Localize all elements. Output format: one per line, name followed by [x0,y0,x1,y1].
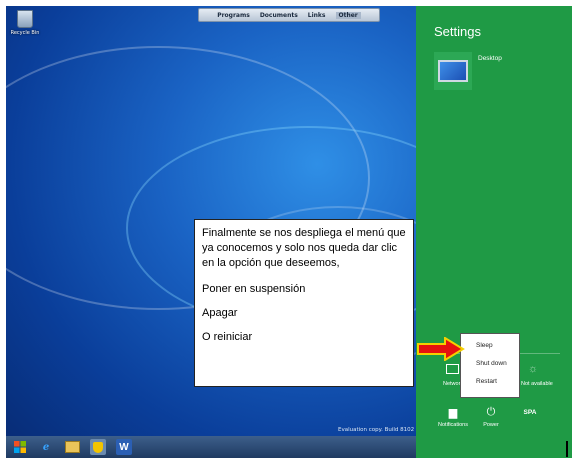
power-menu-restart[interactable]: Restart [461,373,519,391]
desktop-toolbar: Programs Documents Links Other [198,8,380,22]
power-icon: ⏻ [486,406,496,418]
taskbar: e W [6,436,416,458]
toolbar-other[interactable]: Other [335,11,361,19]
desktop-tile[interactable] [434,52,472,90]
power-button[interactable]: ⏻ Power [471,406,511,428]
toolbar-links[interactable]: Links [308,12,326,19]
windows-logo-icon [14,441,26,453]
start-button[interactable] [12,439,28,455]
toolbar-documents[interactable]: Documents [260,12,298,19]
word-icon[interactable]: W [116,439,132,455]
brightness-icon: ☼ [528,363,539,375]
recycle-bin-icon [17,10,33,28]
shield-app-icon[interactable] [90,439,106,455]
language-button[interactable]: SPA [510,409,550,423]
power-menu: Sleep Shut down Restart [460,333,520,398]
internet-explorer-icon[interactable]: e [38,439,54,455]
power-menu-sleep[interactable]: Sleep [461,337,519,355]
power-menu-shutdown[interactable]: Shut down [461,355,519,373]
callout-option-shutdown: Apagar [202,307,238,319]
notifications-icon: ▆ [448,407,458,419]
power-label: Power [483,422,499,428]
pointer-arrow-icon [417,337,465,361]
notifications-button[interactable]: ▆ Notifications [433,406,473,428]
word-letter: W [119,441,129,453]
recycle-bin[interactable]: Recycle Bin [8,10,42,36]
callout-box: Finalmente se nos despliega el menú que … [194,219,414,387]
network-icon[interactable] [446,364,459,374]
notifications-label: Notifications [438,422,468,428]
monitor-icon [438,60,468,82]
recycle-bin-label: Recycle Bin [10,30,40,36]
callout-intro: Finalmente se nos despliega el menú que … [202,227,406,269]
language-label: SPA [523,409,537,416]
not-available-label: Not available [521,381,553,387]
text-cursor [566,441,568,457]
settings-title: Settings [434,24,481,39]
callout-option-restart: O reiniciar [202,331,253,343]
toolbar-programs[interactable]: Programs [217,12,250,19]
callout-option-sleep: Poner en suspensión [202,283,306,295]
evaluation-text: Evaluation copy. Build 8102 [338,427,415,433]
file-explorer-icon[interactable] [64,439,80,455]
desktop-tile-label: Desktop [478,55,502,62]
